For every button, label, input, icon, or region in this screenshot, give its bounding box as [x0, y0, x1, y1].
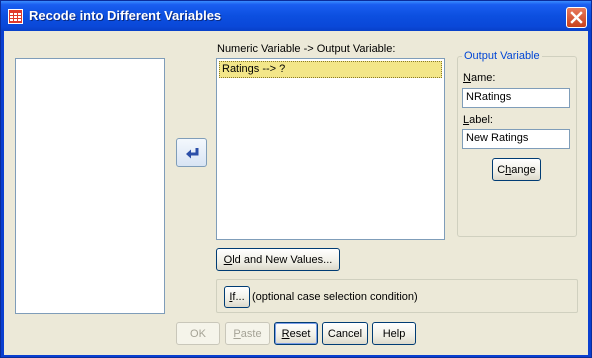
label-field[interactable]: New Ratings	[462, 129, 570, 149]
mapping-list[interactable]: Ratings --> ?	[216, 58, 445, 240]
window-title: Recode into Different Variables	[29, 8, 222, 23]
dialog-window: Recode into Different Variables Numeric …	[0, 0, 592, 358]
list-item[interactable]: Ratings --> ?	[219, 61, 442, 78]
name-field[interactable]: NRatings	[462, 88, 570, 108]
ok-button[interactable]: OK	[176, 322, 220, 345]
arrow-left-icon	[185, 147, 198, 158]
close-icon	[570, 11, 583, 24]
close-button[interactable]	[566, 7, 587, 28]
change-button[interactable]: Ch ange	[492, 158, 541, 181]
dialog-client-area: Numeric Variable -> Output Variable: Rat…	[4, 31, 588, 355]
mapping-label: Numeric Variable -> Output Variable:	[217, 43, 396, 55]
cancel-button[interactable]: Cancel	[322, 322, 368, 345]
name-label: Name:	[463, 72, 496, 84]
paste-button[interactable]: Paste	[225, 322, 270, 345]
help-button[interactable]: Help	[372, 322, 416, 345]
move-variable-button[interactable]	[176, 138, 207, 167]
data-grid-icon	[8, 9, 23, 24]
reset-button[interactable]: Reset	[274, 322, 318, 345]
old-and-new-values-button[interactable]: Old and New Values...	[216, 248, 340, 271]
title-bar[interactable]: Recode into Different Variables	[1, 1, 591, 31]
label-label: Label:	[463, 114, 493, 126]
if-description: (optional case selection condition)	[252, 291, 418, 303]
source-variable-list[interactable]	[15, 58, 165, 314]
output-variable-legend: Output Variable	[464, 50, 540, 62]
if-button[interactable]: If...	[224, 286, 250, 308]
